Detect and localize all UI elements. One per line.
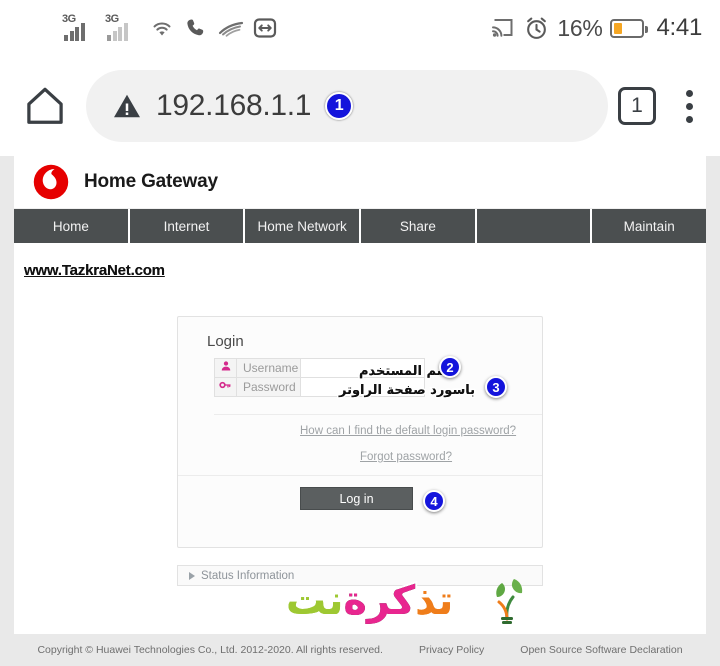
- note-password: باسورد صفحة الراوتر: [339, 383, 476, 398]
- forgot-password-link[interactable]: Forgot password?: [360, 451, 452, 463]
- address-bar[interactable]: 192.168.1.1 1: [86, 70, 608, 142]
- kebab-menu-icon[interactable]: [672, 89, 706, 123]
- annotation-badge-2: 2: [439, 356, 461, 378]
- nav-label: Home Network: [257, 218, 347, 234]
- nav-tab-maintain[interactable]: Maintain: [592, 209, 706, 243]
- vodafone-logo: [33, 164, 69, 200]
- login-button-row: Log in: [178, 475, 542, 527]
- status-information-label: Status Information: [201, 569, 295, 582]
- key-icon-cell: [214, 377, 237, 397]
- alarm-clock-icon: [527, 17, 547, 39]
- url-text: 192.168.1.1: [156, 89, 312, 122]
- watermark-url: www.TazkraNet.com: [24, 262, 165, 279]
- copyright-text: Copyright © Huawei Technologies Co., Ltd…: [37, 644, 383, 656]
- page-title: Home Gateway: [84, 171, 218, 192]
- annotation-badge-4: 4: [423, 490, 445, 512]
- data-transfer-icon: [253, 18, 277, 38]
- user-icon: [221, 361, 230, 371]
- signal-waves-icon: [218, 21, 244, 37]
- open-source-declaration-link[interactable]: Open Source Software Declaration: [520, 644, 682, 656]
- nav-tab-home-network[interactable]: Home Network: [245, 209, 362, 243]
- status-left-icons: 3G 3G: [62, 0, 277, 56]
- nav-label: Share: [399, 218, 436, 234]
- default-password-help-link[interactable]: How can I find the default login passwor…: [300, 425, 516, 437]
- help-links: How can I find the default login passwor…: [214, 415, 542, 475]
- android-status-bar: 3G 3G 16% 4:41: [0, 0, 720, 56]
- key-icon: [219, 381, 231, 389]
- web-page-viewport: Home Gateway Home Internet Home Network …: [0, 156, 720, 666]
- clock-label: 4:41: [656, 14, 702, 41]
- card-footer-spacer: [178, 527, 542, 547]
- tab-switcher-button[interactable]: 1: [618, 87, 656, 125]
- nav-label: Home: [52, 218, 89, 234]
- router-brand-header: Home Gateway: [14, 156, 706, 209]
- phone-call-icon: [187, 19, 204, 36]
- router-admin-page: Home Gateway Home Internet Home Network …: [14, 156, 706, 634]
- tazkranet-logo: تذكرةنت: [286, 581, 453, 621]
- logo-part-ta: تذ: [415, 578, 454, 624]
- nav-tab-empty[interactable]: [477, 209, 593, 243]
- username-label: Username: [236, 358, 301, 378]
- nav-label: Internet: [163, 218, 210, 234]
- home-icon: [27, 87, 63, 124]
- nav-label: Maintain: [623, 218, 675, 234]
- main-navigation: Home Internet Home Network Share Maintai…: [14, 209, 706, 243]
- nav-tab-share[interactable]: Share: [361, 209, 477, 243]
- 3g-signal-icon: 3G: [105, 13, 139, 41]
- cast-icon: [492, 19, 513, 37]
- 3g-signal-icon: 3G: [62, 13, 96, 41]
- login-button[interactable]: Log in: [300, 487, 413, 510]
- annotation-badge-1: 1: [325, 92, 354, 120]
- nav-tab-internet[interactable]: Internet: [130, 209, 246, 243]
- nav-tab-home[interactable]: Home: [14, 209, 130, 243]
- user-icon-cell: [214, 358, 237, 378]
- logo-part-net: نت: [286, 578, 344, 624]
- status-right-icons: 16% 4:41: [490, 0, 702, 56]
- tab-count-label: 1: [631, 94, 643, 117]
- annotation-badge-3: 3: [485, 376, 507, 398]
- wifi-icon: [153, 22, 171, 36]
- login-heading: Login: [207, 333, 244, 350]
- privacy-policy-link[interactable]: Privacy Policy: [419, 644, 484, 656]
- browser-toolbar: 192.168.1.1 1 1: [0, 56, 720, 156]
- page-footer: Copyright © Huawei Technologies Co., Ltd…: [0, 634, 720, 666]
- login-card: Login Username Password How can I find t…: [177, 316, 543, 548]
- password-label: Password: [236, 377, 301, 397]
- battery-icon: [610, 18, 649, 38]
- not-secure-warning-icon[interactable]: [112, 91, 142, 121]
- battery-percent-label: 16%: [557, 14, 603, 41]
- chevron-right-icon: [189, 571, 195, 580]
- lightbulb-leaf-icon: [496, 579, 523, 624]
- home-button[interactable]: [14, 83, 76, 129]
- logo-part-ka: كرة: [343, 578, 416, 624]
